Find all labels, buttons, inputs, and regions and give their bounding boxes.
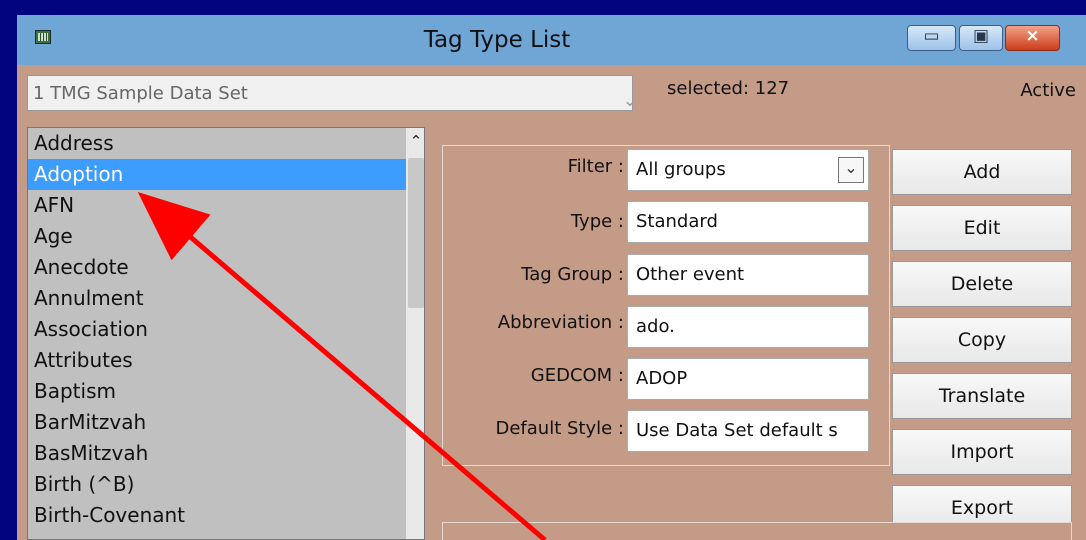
filter-value: All groups <box>636 159 726 180</box>
list-item[interactable]: BarMitzvah <box>28 407 406 438</box>
close-icon: × <box>1025 26 1040 46</box>
list-item[interactable]: Baptism <box>28 376 406 407</box>
title-bar[interactable]: Tag Type List ▭ ▣ × <box>17 15 1086 65</box>
bottom-panel <box>442 522 1072 540</box>
list-item[interactable]: Annulment <box>28 283 406 314</box>
abbreviation-label: Abbreviation : <box>497 312 624 333</box>
list-item[interactable]: Attributes <box>28 345 406 376</box>
edit-button[interactable]: Edit <box>892 205 1072 251</box>
dataset-value: 1 TMG Sample Data Set <box>33 83 248 104</box>
list-item[interactable]: Association <box>28 314 406 345</box>
delete-button[interactable]: Delete <box>892 261 1072 307</box>
list-item[interactable]: Address <box>28 128 406 159</box>
import-button[interactable]: Import <box>892 429 1072 475</box>
dataset-select[interactable]: 1 TMG Sample Data Set ⌄ <box>27 75 637 111</box>
add-button[interactable]: Add <box>892 149 1072 195</box>
maximize-button[interactable]: ▣ <box>959 25 1003 51</box>
scrollbar-thumb[interactable] <box>408 158 424 308</box>
tag-type-list-window: Tag Type List ▭ ▣ × 1 TMG Sample Data Se… <box>17 15 1086 540</box>
translate-button[interactable]: Translate <box>892 373 1072 419</box>
type-field[interactable]: Standard <box>627 201 869 243</box>
minimize-button[interactable]: ▭ <box>907 25 956 51</box>
default-style-field[interactable]: Use Data Set default s <box>627 410 869 452</box>
vertical-scrollbar[interactable]: ⌃ <box>406 128 424 539</box>
active-status: Active <box>1020 80 1076 101</box>
chevron-up-icon[interactable]: ⌃ <box>408 132 424 150</box>
copy-button[interactable]: Copy <box>892 317 1072 363</box>
close-button[interactable]: × <box>1005 25 1060 51</box>
list-item[interactable]: Anecdote <box>28 252 406 283</box>
tag-group-field[interactable]: Other event <box>627 254 869 296</box>
list-item[interactable]: Age <box>28 221 406 252</box>
window-title: Tag Type List <box>423 27 571 53</box>
tag-group-label: Tag Group : <box>521 264 624 285</box>
filter-label: Filter : <box>567 156 624 177</box>
selected-count: selected: 127 <box>667 78 790 99</box>
tag-type-list[interactable]: Address Adoption AFN Age Anecdote Annulm… <box>27 127 425 540</box>
minimize-icon: ▭ <box>923 26 940 46</box>
abbreviation-field[interactable]: ado. <box>627 306 869 348</box>
chevron-down-icon[interactable]: ⌄ <box>838 157 864 183</box>
gedcom-label: GEDCOM : <box>530 365 624 386</box>
gedcom-field[interactable]: ADOP <box>627 358 869 400</box>
list-item[interactable]: Birth (^B) <box>28 469 406 500</box>
list-item[interactable]: AFN <box>28 190 406 221</box>
default-style-label: Default Style : <box>495 418 625 439</box>
list-item[interactable]: Birth-Covenant <box>28 500 406 531</box>
list-item[interactable]: BasMitzvah <box>28 438 406 469</box>
list-item-selected[interactable]: Adoption <box>28 159 406 190</box>
dialog-content: 1 TMG Sample Data Set ⌄ selected: 127 Ac… <box>17 65 1086 540</box>
filter-select[interactable]: All groups ⌄ <box>627 149 869 191</box>
type-label: Type : <box>570 211 624 232</box>
maximize-icon: ▣ <box>972 26 990 46</box>
chevron-down-icon: ⌄ <box>622 91 638 111</box>
